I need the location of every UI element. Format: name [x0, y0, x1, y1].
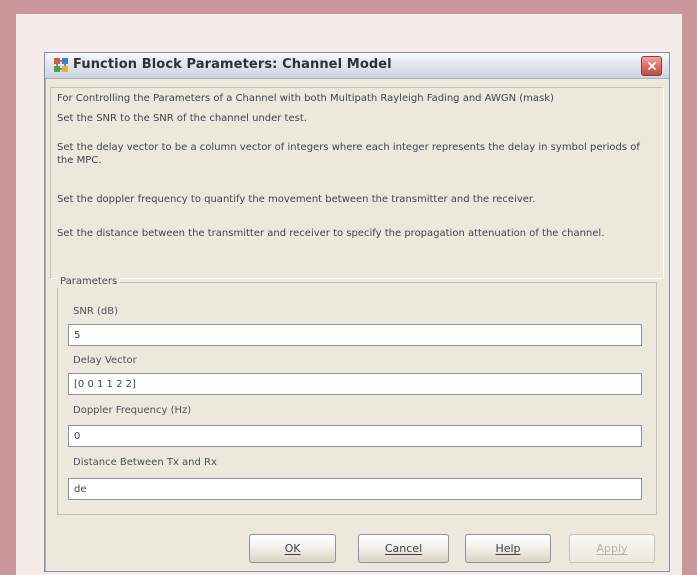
description-doppler-text: Set the doppler frequency to quantify th…: [57, 194, 536, 205]
close-button[interactable]: [641, 56, 662, 76]
ok-button[interactable]: OK: [249, 534, 336, 563]
delay-vector-label: Delay Vector: [73, 355, 137, 366]
distance-input[interactable]: [68, 478, 642, 500]
close-icon: [647, 61, 657, 71]
distance-label: Distance Between Tx and Rx: [73, 457, 217, 468]
description-distance-text: Set the distance between the transmitter…: [57, 228, 605, 239]
dialog-title: Function Block Parameters: Channel Model: [73, 57, 392, 72]
function-block-parameters-dialog: Function Block Parameters: Channel Model…: [44, 52, 670, 572]
delay-vector-input[interactable]: [68, 373, 642, 395]
parameters-group-label: Parameters: [57, 276, 121, 288]
doppler-frequency-label: Doppler Frequency (Hz): [73, 405, 192, 416]
simulink-block-icon: [53, 57, 69, 73]
doppler-frequency-input[interactable]: [68, 425, 642, 447]
apply-button[interactable]: Apply: [569, 534, 655, 563]
snr-input[interactable]: [68, 324, 642, 346]
dialog-button-bar: OK Cancel Help Apply: [45, 523, 669, 573]
description-heading: For Controlling the Parameters of a Chan…: [57, 93, 554, 104]
dialog-titlebar[interactable]: Function Block Parameters: Channel Model: [45, 53, 669, 79]
snr-label: SNR (dB): [73, 306, 118, 317]
help-button[interactable]: Help: [465, 534, 551, 563]
cancel-button[interactable]: Cancel: [358, 534, 449, 563]
description-delay-text: Set the delay vector to be a column vect…: [57, 142, 640, 166]
page-frame: Function Block Parameters: Channel Model…: [0, 0, 697, 575]
description-box: For Controlling the Parameters of a Chan…: [50, 87, 664, 279]
description-snr-text: Set the SNR to the SNR of the channel un…: [57, 113, 307, 124]
